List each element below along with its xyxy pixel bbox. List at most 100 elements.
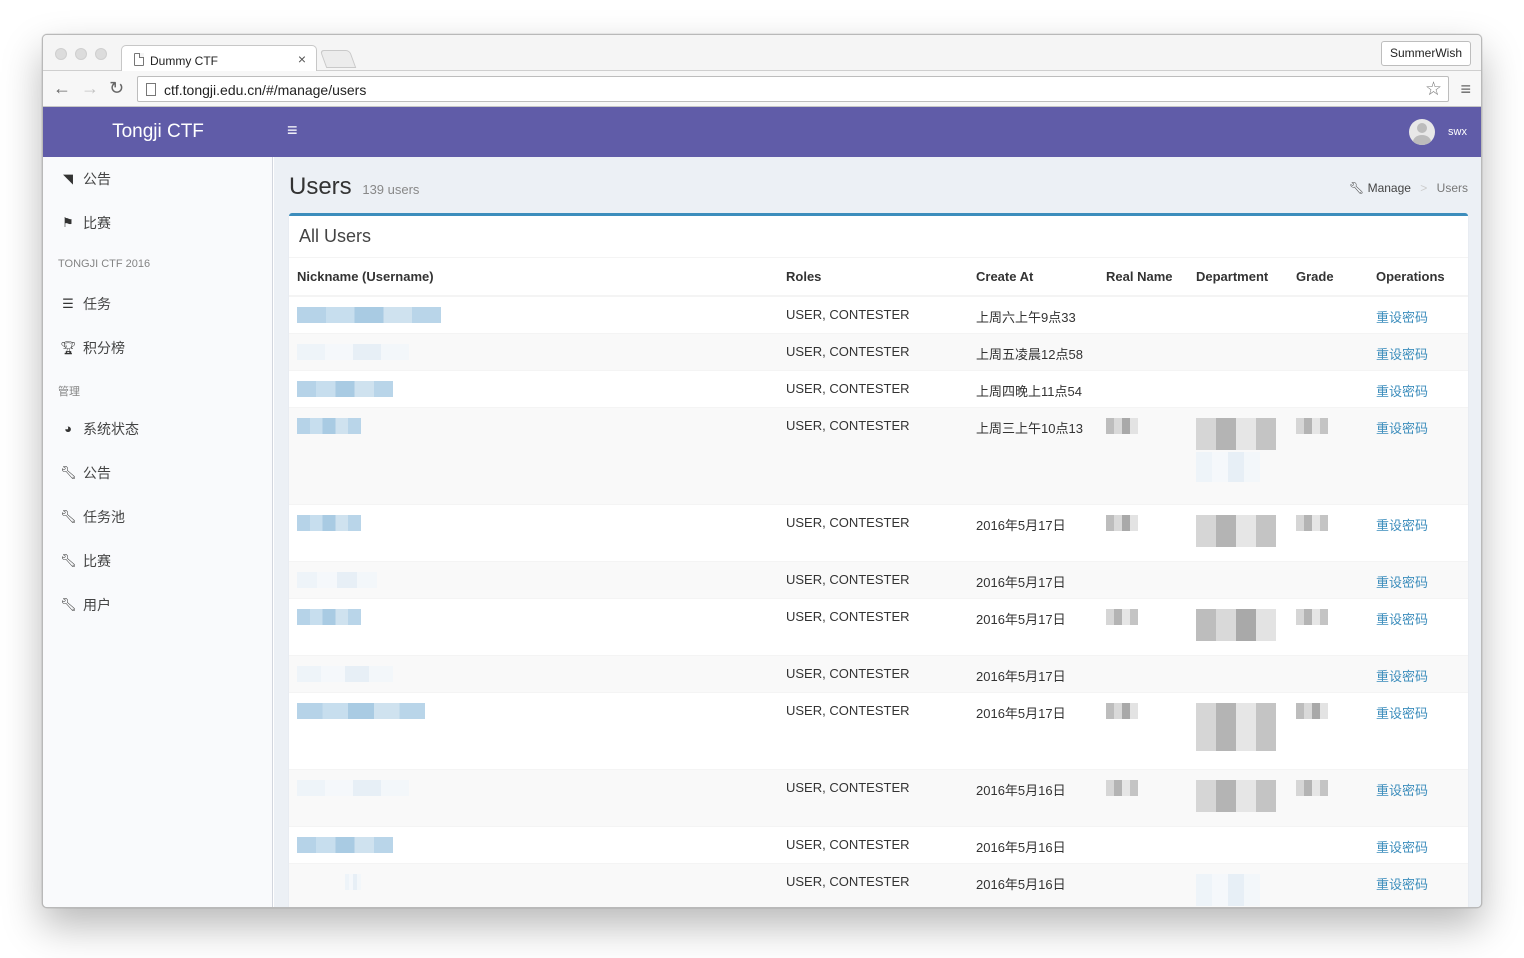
- browser-toolbar: ← → ↻ ctf.tongji.edu.cn/#/manage/users ☆…: [43, 71, 1481, 107]
- window-close-button[interactable]: [55, 48, 67, 60]
- cell-operations: 重设密码: [1368, 332, 1468, 370]
- reset-password-link[interactable]: 重设密码: [1376, 706, 1428, 721]
- redacted-nickname: [297, 779, 409, 796]
- cell-roles: USER, CONTESTER: [778, 503, 968, 561]
- sidebar-item-system-status[interactable]: ◕ 系统状态: [43, 407, 273, 451]
- breadcrumb-manage[interactable]: Manage: [1368, 181, 1411, 195]
- reset-password-link[interactable]: 重设密码: [1376, 347, 1428, 362]
- cell-department: [1188, 768, 1288, 826]
- sidebar-item-manage-contest[interactable]: 🔧︎ 比赛: [43, 539, 273, 583]
- column-header-roles[interactable]: Roles: [778, 258, 968, 297]
- reset-password-link[interactable]: 重设密码: [1376, 384, 1428, 399]
- cell-nickname: [289, 768, 778, 826]
- url-text[interactable]: ctf.tongji.edu.cn/#/manage/users: [164, 82, 366, 98]
- column-header-grade[interactable]: Grade: [1288, 258, 1368, 297]
- cell-department: [1188, 691, 1288, 769]
- redacted-nickname: [345, 873, 361, 890]
- sidebar-item-task-pool[interactable]: 🔧︎ 任务池: [43, 495, 273, 539]
- cell-created: 2016年5月16日: [968, 825, 1098, 863]
- profile-button[interactable]: SummerWish: [1380, 41, 1471, 66]
- redacted-grade: [1296, 417, 1328, 434]
- address-bar[interactable]: ctf.tongji.edu.cn/#/manage/users ☆: [137, 76, 1449, 102]
- browser-menu-icon[interactable]: ≡: [1460, 79, 1471, 100]
- cell-operations: 重设密码: [1368, 295, 1468, 333]
- table-row: USER, CONTESTER 2016年5月17日 重设密码: [289, 503, 1468, 561]
- sidebar-item-manage-announcements[interactable]: 🔧︎ 公告: [43, 451, 273, 495]
- reset-password-link[interactable]: 重设密码: [1376, 669, 1428, 684]
- column-header-real-name[interactable]: Real Name: [1098, 258, 1188, 297]
- redacted-real-name: [1106, 702, 1138, 719]
- tab-title: Dummy CTF: [150, 54, 218, 68]
- wrench-icon: 🔧︎: [60, 597, 77, 612]
- cell-real-name: [1098, 825, 1188, 863]
- sidebar-item-announcements[interactable]: ◥ 公告: [43, 157, 273, 201]
- redacted-nickname: [297, 380, 393, 397]
- cell-created: 2016年5月16日: [968, 768, 1098, 826]
- table-row: USER, CONTESTER 上周六上午9点33 重设密码: [289, 295, 1468, 333]
- bookmark-star-icon[interactable]: ☆: [1425, 78, 1442, 101]
- browser-tab[interactable]: Dummy CTF ×: [121, 45, 317, 72]
- redacted-nickname: [297, 571, 377, 588]
- cell-roles: USER, CONTESTER: [778, 862, 968, 907]
- sidebar-item-label: 任务池: [83, 509, 125, 525]
- redacted-department: [1196, 514, 1276, 547]
- column-header-operations[interactable]: Operations: [1368, 258, 1468, 297]
- page-icon: [134, 53, 144, 66]
- table-row: USER, CONTESTER 2016年5月17日 重设密码: [289, 597, 1468, 655]
- cell-grade: [1288, 332, 1368, 370]
- reset-password-link[interactable]: 重设密码: [1376, 421, 1428, 436]
- cell-created: 2016年5月16日: [968, 862, 1098, 907]
- cell-operations: 重设密码: [1368, 369, 1468, 407]
- cell-created: 2016年5月17日: [968, 597, 1098, 655]
- sidebar-item-label: 公告: [83, 465, 111, 481]
- cell-nickname: [289, 654, 778, 692]
- sidebar-toggle-icon[interactable]: ≡: [287, 120, 298, 141]
- column-header-department[interactable]: Department: [1188, 258, 1288, 297]
- wrench-icon: 🔧︎: [60, 509, 77, 524]
- sidebar-item-users[interactable]: 🔧︎ 用户: [43, 583, 273, 627]
- new-tab-button[interactable]: [319, 50, 357, 68]
- tab-strip: Dummy CTF × SummerWish: [43, 35, 1481, 72]
- sidebar-item-label: 公告: [83, 171, 111, 187]
- reset-password-link[interactable]: 重设密码: [1376, 783, 1428, 798]
- sidebar-item-contest[interactable]: ⚑ 比赛: [43, 201, 273, 245]
- column-header-create-at[interactable]: Create At: [968, 258, 1098, 297]
- table-row: USER, CONTESTER 2016年5月17日 重设密码: [289, 560, 1468, 598]
- reset-password-link[interactable]: 重设密码: [1376, 575, 1428, 590]
- window-zoom-button[interactable]: [95, 48, 107, 60]
- back-icon[interactable]: ←: [53, 77, 71, 99]
- reset-password-link[interactable]: 重设密码: [1376, 518, 1428, 533]
- reset-password-link[interactable]: 重设密码: [1376, 612, 1428, 627]
- cell-created: 上周五凌晨12点58: [968, 332, 1098, 370]
- redacted-department: [1196, 608, 1276, 641]
- cell-nickname: [289, 560, 778, 598]
- cell-operations: 重设密码: [1368, 768, 1468, 826]
- brand-logo[interactable]: Tongji CTF: [43, 107, 273, 157]
- redacted-department: [1196, 779, 1276, 812]
- cell-grade: [1288, 295, 1368, 333]
- forward-icon[interactable]: →: [81, 77, 99, 99]
- tab-close-icon[interactable]: ×: [298, 51, 306, 67]
- breadcrumb: 🔧︎ Manage > Users: [1349, 181, 1468, 195]
- table-row: USER, CONTESTER 2016年5月17日 重设密码: [289, 691, 1468, 769]
- reset-password-link[interactable]: 重设密码: [1376, 840, 1428, 855]
- reset-password-link[interactable]: 重设密码: [1376, 877, 1428, 892]
- users-table: Nickname (Username) Roles Create At Real…: [289, 258, 1468, 907]
- table-header-row: Nickname (Username) Roles Create At Real…: [289, 258, 1468, 297]
- wrench-icon: 🔧︎: [60, 465, 77, 480]
- sidebar-item-label: 用户: [83, 597, 111, 613]
- column-header-nickname[interactable]: Nickname (Username): [289, 258, 778, 297]
- cell-department: [1188, 560, 1288, 598]
- window-minimize-button[interactable]: [75, 48, 87, 60]
- redacted-nickname: [297, 608, 361, 625]
- sidebar-item-scoreboard[interactable]: 🏆︎ 积分榜: [43, 326, 273, 370]
- cell-created: 上周六上午9点33: [968, 295, 1098, 333]
- reset-password-link[interactable]: 重设密码: [1376, 310, 1428, 325]
- list-icon: ☰: [62, 296, 74, 311]
- dashboard-icon: ◕: [64, 421, 72, 436]
- sidebar-item-tasks[interactable]: ☰ 任务: [43, 282, 273, 326]
- page-title-text: Users: [289, 173, 352, 200]
- reload-icon[interactable]: ↻: [109, 77, 124, 99]
- users-box: All Users Nickname (Username) Roles Crea…: [289, 213, 1468, 907]
- cell-roles: USER, CONTESTER: [778, 691, 968, 769]
